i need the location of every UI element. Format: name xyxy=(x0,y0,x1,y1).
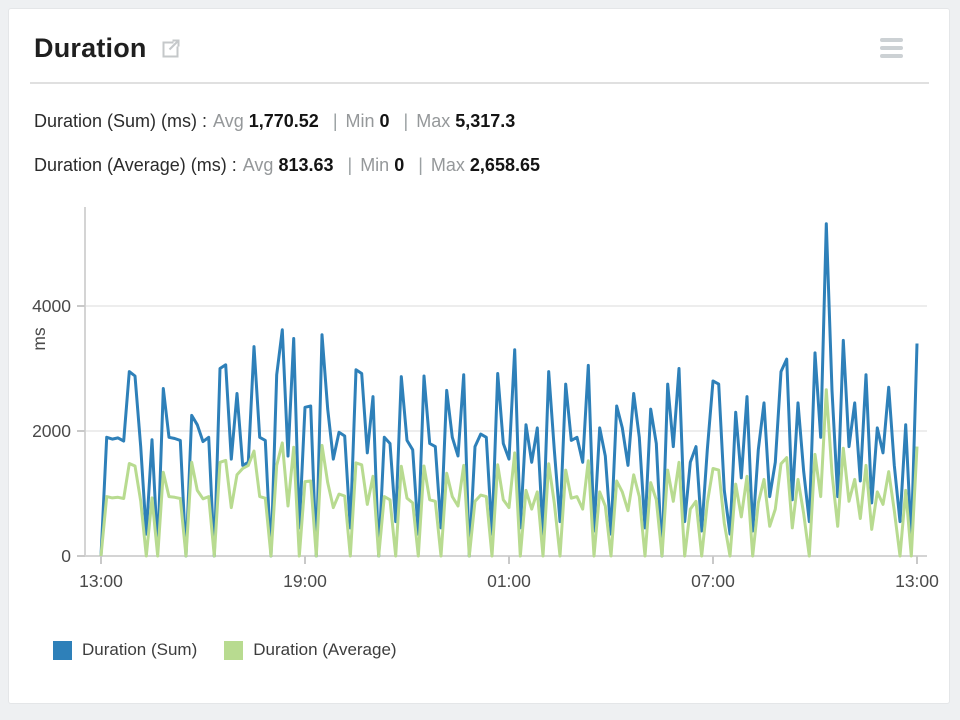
x-tick-label: 19:00 xyxy=(283,571,327,591)
external-link-icon[interactable] xyxy=(159,38,181,60)
stat-label: Duration (Average) (ms) : xyxy=(34,155,237,175)
page-title: Duration xyxy=(34,33,147,64)
stat-separator: | xyxy=(404,111,409,131)
stat-min-value: 0 xyxy=(380,111,390,131)
stat-avg-label: Avg xyxy=(213,111,244,131)
header-divider xyxy=(30,82,929,84)
menu-bar xyxy=(880,38,903,42)
stat-max-label: Max xyxy=(416,111,450,131)
chart-legend: Duration (Sum) Duration (Average) xyxy=(53,640,424,660)
stat-min-label: Min xyxy=(360,155,389,175)
x-tick-label: 01:00 xyxy=(487,571,531,591)
legend-swatch-average xyxy=(224,641,243,660)
stat-avg-label: Avg xyxy=(243,155,274,175)
x-tick-label: 13:00 xyxy=(895,571,939,591)
duration-widget-card: Duration Duration (Sum) (ms) :Avg1,770.5… xyxy=(8,8,950,704)
stats-line-sum: Duration (Sum) (ms) : Avg1,770.52 | Min0 | Ma… xyxy=(34,111,515,132)
y-tick-label: 0 xyxy=(61,546,71,566)
legend-item-average[interactable]: Duration (Average) xyxy=(224,640,396,660)
stat-avg-value: 1,770.52 xyxy=(249,111,319,131)
stat-separator: | xyxy=(348,155,353,175)
x-tick-label: 13:00 xyxy=(79,571,123,591)
stat-min-label: Min xyxy=(346,111,375,131)
stat-avg-value: 813.63 xyxy=(278,155,333,175)
stat-max-label: Max xyxy=(431,155,465,175)
stat-max-value: 5,317.3 xyxy=(455,111,515,131)
y-tick-label: 4000 xyxy=(32,296,71,316)
legend-swatch-sum xyxy=(53,641,72,660)
legend-label-average: Duration (Average) xyxy=(253,640,396,660)
stats-line-average: Duration (Average) (ms) : Avg813.63 | Min0 |… xyxy=(34,155,540,176)
menu-icon[interactable] xyxy=(880,38,903,58)
y-tick-label: 2000 xyxy=(32,421,71,441)
stat-separator: | xyxy=(333,111,338,131)
menu-bar xyxy=(880,46,903,50)
duration-line-chart[interactable]: 020004000ms13:0019:0001:0007:0013:00 xyxy=(85,201,927,557)
stat-min-value: 0 xyxy=(394,155,404,175)
stat-max-value: 2,658.65 xyxy=(470,155,540,175)
stat-label: Duration (Sum) (ms) : xyxy=(34,111,207,131)
legend-item-sum[interactable]: Duration (Sum) xyxy=(53,640,197,660)
menu-bar xyxy=(880,54,903,58)
y-axis-label: ms xyxy=(29,327,49,351)
stat-separator: | xyxy=(418,155,423,175)
x-tick-label: 07:00 xyxy=(691,571,735,591)
legend-label-sum: Duration (Sum) xyxy=(82,640,197,660)
